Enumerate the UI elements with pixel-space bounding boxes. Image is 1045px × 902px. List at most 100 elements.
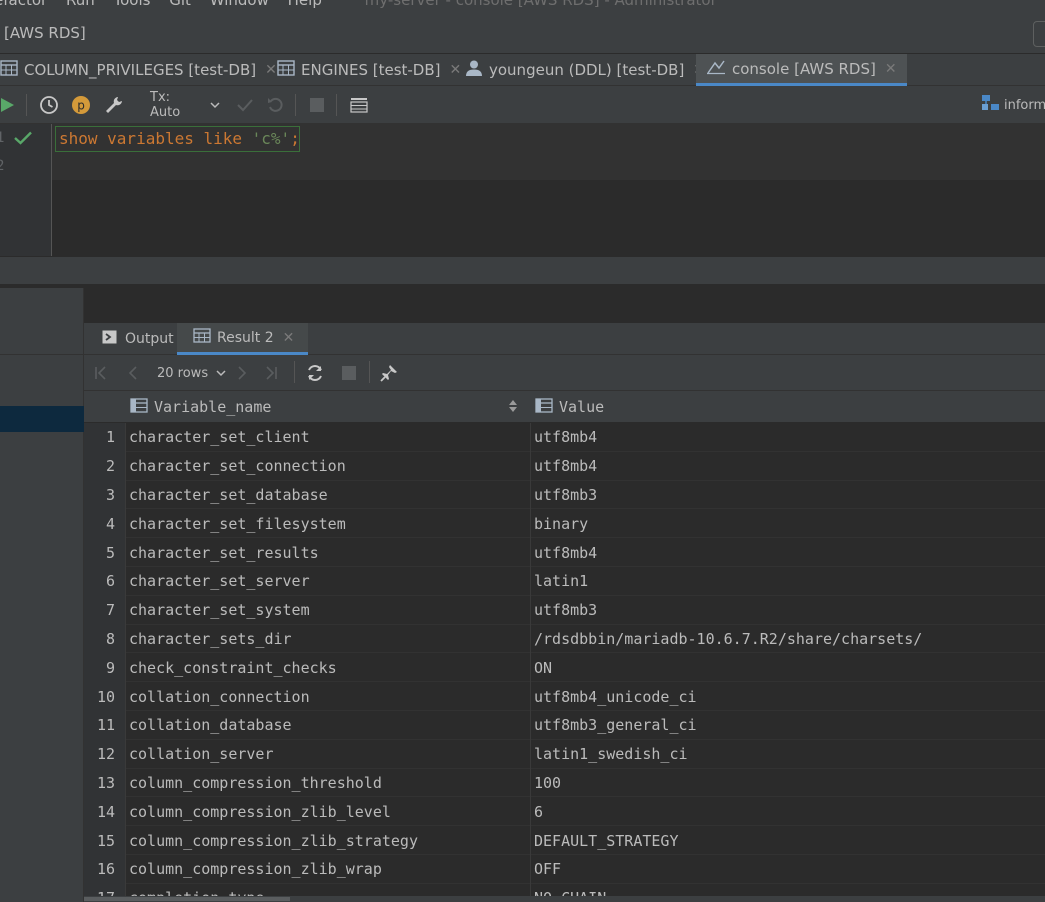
table-row[interactable]: 4 character_set_filesystem binary xyxy=(84,509,1045,539)
previous-page-icon[interactable] xyxy=(127,363,139,383)
output-table-icon[interactable] xyxy=(348,95,370,115)
breadcrumb[interactable]: [AWS RDS] xyxy=(4,24,86,42)
page-size-dropdown[interactable]: 20 rows xyxy=(157,363,226,383)
tab-youngeun-ddl[interactable]: youngeun (DDL) [test-DB] ✕ xyxy=(465,54,705,86)
sql-statement[interactable]: show variables like 'c%'; xyxy=(59,129,300,148)
row-number[interactable]: 15 xyxy=(84,826,125,855)
data-source-info[interactable]: informa xyxy=(982,95,1045,115)
run-icon[interactable] xyxy=(0,95,16,115)
cell-value[interactable]: /rdsdbbin/mariadb-10.6.7.R2/share/charse… xyxy=(534,625,922,654)
cell-value[interactable]: 100 xyxy=(534,769,561,798)
cell-variable-name[interactable]: column_compression_zlib_strategy xyxy=(129,826,418,855)
cell-variable-name[interactable]: character_sets_dir xyxy=(129,625,292,654)
last-page-icon[interactable] xyxy=(264,363,278,383)
transaction-mode-dropdown[interactable]: Tx: Auto xyxy=(150,90,220,120)
column-header-value[interactable]: Value xyxy=(535,391,604,423)
table-row[interactable]: 6 character_set_server latin1 xyxy=(84,566,1045,596)
cell-variable-name[interactable]: collation_server xyxy=(129,740,274,769)
cell-variable-name[interactable]: character_set_server xyxy=(129,567,310,596)
first-page-icon[interactable] xyxy=(94,363,108,383)
menu-git[interactable]: Git xyxy=(169,0,191,9)
table-row[interactable]: 3 character_set_database utf8mb3 xyxy=(84,480,1045,510)
table-row[interactable]: 11 collation_database utf8mb3_general_ci xyxy=(84,710,1045,740)
tab-column-privileges[interactable]: COLUMN_PRIVILEGES [test-DB] ✕ xyxy=(0,54,277,86)
row-number[interactable]: 16 xyxy=(84,854,125,884)
close-icon[interactable]: ✕ xyxy=(265,62,277,78)
table-row[interactable]: 12 collation_server latin1_swedish_ci xyxy=(84,739,1045,769)
row-number[interactable]: 4 xyxy=(84,509,125,539)
table-row[interactable]: 9 check_constraint_checks ON xyxy=(84,653,1045,683)
history-icon[interactable] xyxy=(38,95,60,115)
menu-tools[interactable]: Tools xyxy=(114,0,151,9)
selected-tree-item[interactable] xyxy=(0,406,84,432)
cell-value[interactable]: DEFAULT_STRATEGY xyxy=(534,826,679,855)
close-icon[interactable]: ✕ xyxy=(283,330,295,346)
cell-value[interactable]: utf8mb4 xyxy=(534,538,597,567)
row-number[interactable]: 10 xyxy=(84,682,125,711)
cell-variable-name[interactable]: collation_connection xyxy=(129,682,310,711)
scrollbar-thumb[interactable] xyxy=(84,897,290,901)
cell-variable-name[interactable]: character_set_filesystem xyxy=(129,509,346,538)
cell-value[interactable]: ON xyxy=(534,653,552,682)
row-number[interactable]: 8 xyxy=(84,624,125,654)
table-row[interactable]: 16 column_compression_zlib_wrap OFF xyxy=(84,854,1045,884)
table-row[interactable]: 7 character_set_system utf8mb3 xyxy=(84,595,1045,625)
cell-variable-name[interactable]: character_set_system xyxy=(129,596,310,625)
cell-value[interactable]: utf8mb4 xyxy=(534,423,597,452)
refresh-icon[interactable] xyxy=(306,363,324,383)
cell-value[interactable]: utf8mb4_unicode_ci xyxy=(534,682,697,711)
menu-window[interactable]: Window xyxy=(210,0,269,9)
row-number[interactable]: 7 xyxy=(84,595,125,625)
row-number[interactable]: 14 xyxy=(84,797,125,827)
column-header-variable-name[interactable]: Variable_name xyxy=(130,391,271,423)
pin-icon[interactable] xyxy=(380,363,398,383)
stop-icon[interactable] xyxy=(342,363,356,383)
cell-value[interactable]: utf8mb3_general_ci xyxy=(534,711,697,740)
sort-icon[interactable] xyxy=(509,400,517,415)
menu-refactor[interactable]: efactor xyxy=(0,0,47,9)
cell-variable-name[interactable]: column_compression_zlib_wrap xyxy=(129,855,382,884)
cell-value[interactable]: latin1_swedish_ci xyxy=(534,740,688,769)
cell-value[interactable]: latin1 xyxy=(534,567,588,596)
cell-variable-name[interactable]: character_set_connection xyxy=(129,452,346,481)
row-number[interactable]: 11 xyxy=(84,710,125,740)
cell-value[interactable]: utf8mb4 xyxy=(534,452,597,481)
row-number[interactable]: 12 xyxy=(84,739,125,769)
cell-variable-name[interactable]: character_set_results xyxy=(129,538,319,567)
close-icon[interactable]: ✕ xyxy=(450,62,462,78)
profile-icon[interactable]: p xyxy=(70,95,92,115)
navbar-search-box[interactable] xyxy=(1033,21,1045,47)
cell-value[interactable]: OFF xyxy=(534,855,561,884)
horizontal-scrollbar[interactable] xyxy=(84,896,1045,902)
panel-splitter[interactable] xyxy=(0,256,1045,286)
row-number[interactable]: 6 xyxy=(84,566,125,596)
row-number[interactable]: 2 xyxy=(84,451,125,481)
cell-value[interactable]: binary xyxy=(534,509,588,538)
tab-engines[interactable]: ENGINES [test-DB] ✕ xyxy=(277,54,461,86)
table-row[interactable]: 1 character_set_client utf8mb4 xyxy=(84,423,1045,452)
table-row[interactable]: 15 column_compression_zlib_strategy DEFAUL… xyxy=(84,826,1045,855)
cell-variable-name[interactable]: column_compression_threshold xyxy=(129,769,382,798)
table-row[interactable]: 13 column_compression_threshold 100 xyxy=(84,768,1045,798)
row-number[interactable]: 13 xyxy=(84,768,125,798)
table-row[interactable]: 14 column_compression_zlib_level 6 xyxy=(84,797,1045,827)
cell-variable-name[interactable]: check_constraint_checks xyxy=(129,653,337,682)
wrench-icon[interactable] xyxy=(103,95,125,115)
cell-variable-name[interactable]: character_set_client xyxy=(129,423,310,452)
sql-editor[interactable]: 1 2 show variables like 'c%'; xyxy=(0,124,1045,256)
menu-help[interactable]: Help xyxy=(288,0,322,9)
row-number[interactable]: 5 xyxy=(84,538,125,567)
table-row[interactable]: 10 collation_connection utf8mb4_unicode_ci xyxy=(84,682,1045,711)
row-number[interactable]: 1 xyxy=(84,423,125,452)
table-row[interactable]: 8 character_sets_dir/rdsdbbin/mariadb-10.… xyxy=(84,624,1045,654)
row-number[interactable]: 3 xyxy=(84,480,125,510)
cell-value[interactable]: 6 xyxy=(534,797,543,826)
commit-icon[interactable] xyxy=(235,95,255,115)
table-row[interactable]: 2 character_set_connection utf8mb4 xyxy=(84,451,1045,481)
row-number[interactable]: 9 xyxy=(84,653,125,683)
tab-result-2[interactable]: Result 2 ✕ xyxy=(177,323,309,355)
cell-value[interactable]: utf8mb3 xyxy=(534,596,597,625)
menu-run[interactable]: Run xyxy=(66,0,95,9)
next-page-icon[interactable] xyxy=(236,363,248,383)
cell-variable-name[interactable]: column_compression_zlib_level xyxy=(129,797,391,826)
